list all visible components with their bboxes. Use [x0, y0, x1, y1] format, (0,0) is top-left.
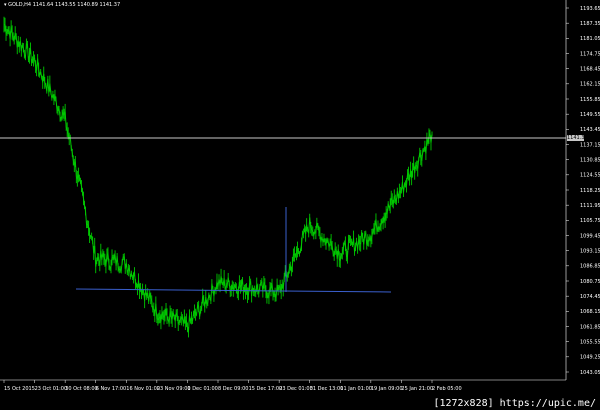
symbol-label: GOLD,H4 [8, 2, 32, 8]
ohlc-values: 1141.64 1143.55 1140.89 1141.37 [32, 2, 121, 8]
price-tick-label: 1155.85 [580, 97, 600, 103]
price-tick-label: 1118.25 [580, 188, 600, 194]
time-axis[interactable]: 15 Oct 2015 23 Oct 01:0030 Oct 08:006 Nov… [3, 380, 462, 392]
time-tick-label: 19 Jan 09:00 [371, 386, 403, 392]
price-series-line [3, 24, 433, 333]
price-tick-label: 1181.05 [580, 36, 600, 42]
time-tick-label: 23 Dec 01:00 [279, 386, 313, 392]
price-tick-label: 1068.15 [580, 309, 600, 315]
price-tick-label: 1080.75 [580, 279, 600, 285]
price-tick-label: 1061.85 [580, 324, 600, 330]
price-tick-label: 1143.45 [580, 127, 600, 133]
price-tick-label: 1086.85 [580, 264, 600, 270]
price-tick-label: 1187.35 [580, 21, 600, 27]
price-tick-label: 1168.45 [580, 66, 600, 72]
price-tick-label: 1130.85 [580, 157, 600, 163]
price-tick-label: 1074.45 [580, 294, 600, 300]
time-tick-label: 8 Dec 09:00 [218, 386, 248, 392]
time-tick-label: 25 Jan 21:00 [401, 386, 433, 392]
time-tick-label: 23 Nov 09:00 [157, 386, 191, 392]
chart-window[interactable]: 1193.65 1187.35 1181.05 1174.75 1168.45 1162.… [0, 0, 600, 410]
price-tick-label: 1124.55 [580, 173, 600, 179]
time-tick-label: 6 Nov 17:00 [96, 386, 127, 392]
price-tick-label: 1055.55 [580, 339, 600, 345]
price-tick-label: 1111.95 [580, 203, 600, 209]
time-tick-label: 2 Feb 05:00 [432, 386, 462, 392]
dropdown-arrow-icon[interactable]: ▾ [4, 2, 7, 8]
time-tick-label: 30 Oct 08:00 [65, 386, 98, 392]
price-tick-label: 1193.65 [580, 6, 600, 12]
plot-area[interactable] [3, 16, 433, 338]
price-tick-label: 1043.05 [580, 370, 600, 376]
symbol-info: ▾ GOLD,H4 1141.64 1143.55 1140.89 1141.3… [4, 2, 120, 8]
time-tick-label: 31 Dec 13:00 [310, 386, 344, 392]
price-tick-label: 1162.15 [580, 82, 600, 88]
time-tick-label: 11 Jan 01:00 [340, 386, 372, 392]
price-tick-label: 1049.25 [580, 355, 600, 361]
watermark: [1272x828] https://upic.me/ [431, 398, 598, 409]
price-tick-label: 1105.75 [580, 218, 600, 224]
time-tick-label: 15 Dec 17:00 [249, 386, 283, 392]
time-tick-label: 1 Dec 01:00 [187, 386, 217, 392]
price-chart[interactable]: 1193.65 1187.35 1181.05 1174.75 1168.45 1162.… [0, 0, 600, 410]
time-tick-label: 16 Nov 01:00 [126, 386, 160, 392]
price-tick-label: 1093.15 [580, 248, 600, 254]
price-tick-label: 1174.75 [580, 51, 600, 57]
time-tick-label: 23 Oct 01:00 [35, 386, 68, 392]
current-price-tag: 1141.37 [567, 135, 588, 141]
price-tick-label: 1099.45 [580, 233, 600, 239]
price-tick-label: 1137.15 [580, 142, 600, 148]
time-tick-label: 15 Oct 2015 [4, 386, 35, 392]
price-tick-label: 1149.55 [580, 112, 600, 118]
